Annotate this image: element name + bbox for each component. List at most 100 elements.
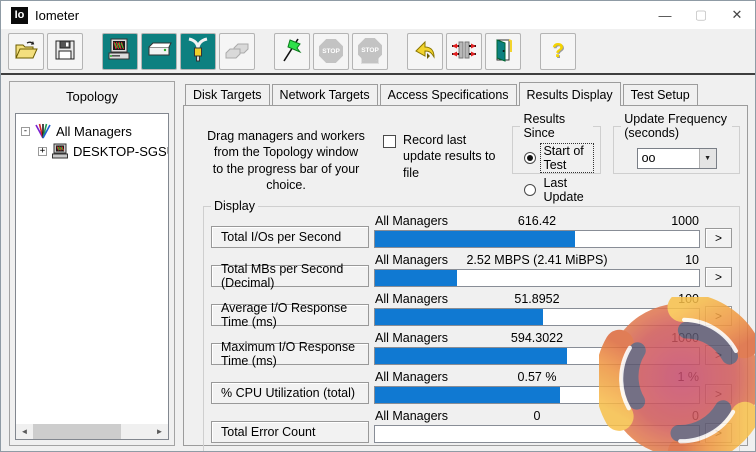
exit-door-icon bbox=[492, 38, 514, 65]
managers-fan-icon bbox=[34, 123, 52, 139]
bar-value: 2.52 MBPS (2.41 MiBPS) bbox=[374, 253, 700, 267]
open-folder-icon bbox=[14, 40, 38, 63]
window-controls: — ▢ ✕ bbox=[647, 1, 755, 29]
minimize-button[interactable]: — bbox=[647, 1, 683, 29]
bar-value: 0.57 % bbox=[374, 370, 700, 384]
progress-track[interactable] bbox=[374, 347, 700, 365]
tab-disk-targets[interactable]: Disk Targets bbox=[185, 84, 270, 106]
progress-bar-area[interactable]: All Managers 0 0 bbox=[374, 409, 700, 443]
metric-select-button[interactable]: Total MBs per Second (Decimal) bbox=[211, 265, 369, 287]
bar-max: 1 % bbox=[677, 370, 699, 384]
bar-info: All Managers 51.8952 100 bbox=[374, 292, 700, 308]
expand-row-button[interactable]: > bbox=[705, 345, 732, 365]
stop-all-tests-button-disabled: STOP ALL bbox=[352, 33, 388, 70]
progress-bar-area[interactable]: All Managers 0.57 % 1 % bbox=[374, 370, 700, 404]
expand-row-button[interactable]: > bbox=[705, 228, 732, 248]
bar-max: 1000 bbox=[671, 214, 699, 228]
result-row-cpu-utilization: % CPU Utilization (total) All Managers 0… bbox=[211, 370, 732, 404]
start-new-manager-button[interactable] bbox=[102, 33, 138, 70]
stop-all-icon: STOP ALL bbox=[357, 38, 383, 64]
network-target-button[interactable] bbox=[180, 33, 216, 70]
results-since-legend: Results Since bbox=[520, 112, 593, 140]
scroll-left-icon[interactable]: ◄ bbox=[16, 424, 33, 439]
chevron-down-icon[interactable]: ▼ bbox=[699, 149, 716, 168]
tree-item-label[interactable]: All Managers bbox=[56, 124, 132, 139]
help-button[interactable]: ? bbox=[540, 33, 576, 70]
bar-value: 51.8952 bbox=[374, 292, 700, 306]
scrollbar-track[interactable] bbox=[121, 424, 151, 439]
expand-row-button[interactable]: > bbox=[705, 423, 732, 443]
horizontal-scrollbar[interactable]: ◄ ► bbox=[16, 424, 168, 439]
tree-item-label[interactable]: DESKTOP-SGSU4 bbox=[73, 144, 168, 159]
topology-header: Topology bbox=[10, 82, 174, 113]
result-row-total-errors: Total Error Count All Managers 0 0 > bbox=[211, 409, 732, 443]
bar-value: 616.42 bbox=[374, 214, 700, 228]
open-file-button[interactable] bbox=[8, 33, 44, 70]
tab-results-display[interactable]: Results Display bbox=[519, 82, 621, 106]
expand-row-button[interactable]: > bbox=[705, 267, 732, 287]
progress-bar-area[interactable]: All Managers 594.3022 1000 bbox=[374, 331, 700, 365]
drag-hint-line: to the progress bar of your choice. bbox=[205, 161, 367, 194]
bar-info: All Managers 0.57 % 1 % bbox=[374, 370, 700, 386]
expand-row-button[interactable]: > bbox=[705, 384, 732, 404]
tab-bar: Disk Targets Network Targets Access Spec… bbox=[183, 81, 748, 105]
app-icon: Io bbox=[11, 7, 28, 24]
maximize-button: ▢ bbox=[683, 1, 719, 29]
metric-select-button[interactable]: Total I/Os per Second bbox=[211, 226, 369, 248]
bar-value: 0 bbox=[374, 409, 700, 423]
tab-test-setup[interactable]: Test Setup bbox=[623, 84, 698, 106]
record-results-checkbox[interactable] bbox=[383, 135, 396, 148]
tab-panel: Disk Targets Network Targets Access Spec… bbox=[183, 81, 748, 446]
save-button[interactable] bbox=[47, 33, 83, 70]
metric-select-button[interactable]: Maximum I/O Response Time (ms) bbox=[211, 343, 369, 365]
network-cable-icon bbox=[186, 37, 210, 66]
radio-label[interactable]: Start of Test bbox=[541, 144, 593, 172]
progress-track[interactable] bbox=[374, 386, 700, 404]
scroll-right-icon[interactable]: ► bbox=[151, 424, 168, 439]
progress-fill bbox=[375, 387, 560, 403]
exit-button[interactable] bbox=[485, 33, 521, 70]
radio-button[interactable] bbox=[524, 152, 536, 164]
metric-select-button[interactable]: Average I/O Response Time (ms) bbox=[211, 304, 369, 326]
bar-info: All Managers 616.42 1000 bbox=[374, 214, 700, 230]
update-frequency-select[interactable]: oo ▼ bbox=[637, 148, 717, 169]
help-question-icon: ? bbox=[552, 40, 564, 63]
progress-bar-area[interactable]: All Managers 2.52 MBPS (2.41 MiBPS) 10 bbox=[374, 253, 700, 287]
reset-workers-button[interactable] bbox=[407, 33, 443, 70]
expand-row-button[interactable]: > bbox=[705, 306, 732, 326]
disk-target-button[interactable] bbox=[141, 33, 177, 70]
radio-start-of-test[interactable]: Start of Test bbox=[524, 144, 593, 172]
progress-track[interactable] bbox=[374, 269, 700, 287]
record-results-option[interactable]: Record last update results to file bbox=[383, 132, 500, 181]
result-row-total-mbs: Total MBs per Second (Decimal) All Manag… bbox=[211, 253, 732, 287]
collapse-expander[interactable]: - bbox=[21, 127, 30, 136]
start-tests-button[interactable] bbox=[274, 33, 310, 70]
bar-info: All Managers 594.3022 1000 bbox=[374, 331, 700, 347]
metric-select-button[interactable]: Total Error Count bbox=[211, 421, 369, 443]
progress-track[interactable] bbox=[374, 308, 700, 326]
radio-button[interactable] bbox=[524, 184, 536, 196]
progress-track[interactable] bbox=[374, 230, 700, 248]
progress-track[interactable] bbox=[374, 425, 700, 443]
manager-computer-icon bbox=[51, 143, 69, 159]
tree-item-all-managers[interactable]: - All Managers bbox=[21, 121, 168, 141]
results-display-content: Drag managers and workers from the Topol… bbox=[183, 105, 748, 446]
drag-hint-line: Drag managers and workers bbox=[205, 128, 367, 144]
bar-info: All Managers 2.52 MBPS (2.41 MiBPS) 10 bbox=[374, 253, 700, 269]
progress-fill bbox=[375, 348, 567, 364]
record-results-label: Record last update results to file bbox=[403, 132, 500, 181]
scrollbar-thumb[interactable] bbox=[33, 424, 121, 439]
expand-expander[interactable]: + bbox=[38, 147, 47, 156]
drag-hint-line: from the Topology window bbox=[205, 144, 367, 160]
progress-bar-area[interactable]: All Managers 616.42 1000 bbox=[374, 214, 700, 248]
save-floppy-icon bbox=[55, 40, 75, 63]
bar-max: 10 bbox=[685, 253, 699, 267]
tree-item-manager[interactable]: + DESKTOP-SGSU4 bbox=[21, 141, 168, 161]
metric-select-button[interactable]: % CPU Utilization (total) bbox=[211, 382, 369, 404]
tab-access-specifications[interactable]: Access Specifications bbox=[380, 84, 517, 106]
progress-bar-area[interactable]: All Managers 51.8952 100 bbox=[374, 292, 700, 326]
tab-network-targets[interactable]: Network Targets bbox=[272, 84, 378, 106]
close-button[interactable]: ✕ bbox=[719, 1, 755, 29]
stop-icon: STOP bbox=[318, 38, 344, 64]
interface-config-button[interactable] bbox=[446, 33, 482, 70]
